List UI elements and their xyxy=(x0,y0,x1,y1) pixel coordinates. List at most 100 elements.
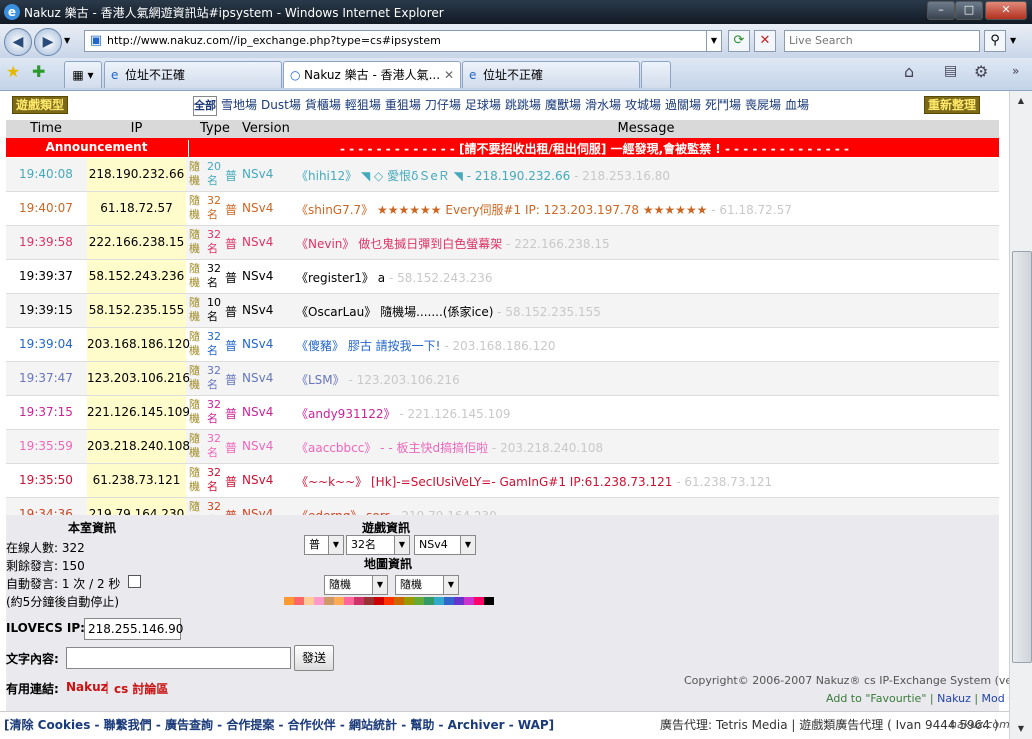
color-swatch[interactable] xyxy=(434,597,444,605)
tab-2-active[interactable]: ○ Nakuz 樂古 - 香港人氣... ✕ xyxy=(283,61,461,88)
room-link[interactable]: 重狙場 xyxy=(385,98,421,112)
row-ip[interactable]: 58.152.235.155 xyxy=(87,294,186,327)
cs-forum-link[interactable]: cs 討論區 xyxy=(114,680,168,697)
color-swatch[interactable] xyxy=(454,597,464,605)
search-box[interactable] xyxy=(784,30,980,52)
row-nick[interactable]: 《~~k~~》 xyxy=(296,475,367,489)
scroll-up-icon[interactable]: ▲ xyxy=(1012,93,1030,109)
row-ip[interactable]: 218.190.232.66 xyxy=(87,158,186,191)
mode-select[interactable]: 普 ▼ xyxy=(304,535,344,555)
add-favorites-icon[interactable]: ✚ xyxy=(32,62,45,81)
color-swatch[interactable] xyxy=(474,597,484,605)
room-link[interactable]: 足球場 xyxy=(465,98,501,112)
room-link[interactable]: 喪屍場 xyxy=(745,98,781,112)
room-link[interactable]: 滑水場 xyxy=(585,98,621,112)
more-icon[interactable]: » xyxy=(1012,64,1019,78)
close-tab-icon[interactable]: ✕ xyxy=(444,62,454,88)
new-tab-button[interactable] xyxy=(641,61,671,88)
color-swatch[interactable] xyxy=(484,597,494,605)
color-swatch[interactable] xyxy=(284,597,294,605)
color-swatch[interactable] xyxy=(364,597,374,605)
row-nick[interactable]: 《shinG7.7》 xyxy=(296,203,373,217)
room-link[interactable]: 跳跳場 xyxy=(505,98,541,112)
color-swatch[interactable] xyxy=(374,597,384,605)
room-link[interactable]: 血場 xyxy=(785,98,809,112)
add-favourite-link[interactable]: Add to "Favourtie" xyxy=(826,692,926,705)
maximize-button[interactable]: □ xyxy=(955,1,983,20)
nakuz-footer-link[interactable]: Nakuz xyxy=(937,692,971,705)
map-select-2[interactable]: 隨機 ▼ xyxy=(395,575,459,595)
color-swatch[interactable] xyxy=(414,597,424,605)
favorites-star-icon[interactable]: ★ xyxy=(6,62,20,81)
vertical-scrollbar[interactable]: ▲ ▼ xyxy=(1009,91,1032,739)
ilovecs-ip-field[interactable]: 218.255.146.90 xyxy=(84,618,183,640)
row-nick[interactable]: 《LSM》 xyxy=(296,373,345,387)
scroll-thumb[interactable] xyxy=(1012,251,1032,663)
row-ip[interactable]: 203.168.186.120 xyxy=(87,328,190,361)
room-link[interactable]: 雪地場 xyxy=(221,98,257,112)
color-swatch[interactable] xyxy=(424,597,434,605)
history-dropdown-icon[interactable]: ▼ xyxy=(64,36,70,45)
room-link[interactable]: 攻城場 xyxy=(625,98,661,112)
address-bar[interactable]: ▣ http://www.nakuz.com//ip_exchange.php?… xyxy=(84,30,722,52)
row-nick[interactable]: 《OscarLau》 xyxy=(296,305,376,319)
color-swatch[interactable] xyxy=(394,597,404,605)
nakuz-link[interactable]: Nakuz xyxy=(66,680,108,694)
stop-icon[interactable]: ✕ xyxy=(754,30,776,52)
search-input[interactable] xyxy=(785,31,973,49)
mod-cp-link[interactable]: Mod CP xyxy=(982,692,1009,705)
back-button[interactable]: ◀ xyxy=(4,28,32,56)
row-nick[interactable]: 《Nevin》 xyxy=(296,237,354,251)
color-swatch[interactable] xyxy=(304,597,314,605)
row-nick[interactable]: 《hihi12》 xyxy=(296,169,357,183)
row-ip[interactable]: 58.152.243.236 xyxy=(87,260,186,293)
footer-nav-links[interactable]: [清除 Cookies - 聯繫我們 - 廣告查詢 - 合作提案 - 合作伙伴 … xyxy=(4,716,554,733)
tab-3[interactable]: e 位址不正確 xyxy=(462,61,640,88)
color-swatch[interactable] xyxy=(404,597,414,605)
color-swatch[interactable] xyxy=(334,597,344,605)
close-window-button[interactable]: ✕ xyxy=(985,1,1027,20)
room-link[interactable]: 刀仔場 xyxy=(425,98,461,112)
row-nick[interactable]: 《andy931122》 xyxy=(296,407,396,421)
color-swatch[interactable] xyxy=(444,597,454,605)
home-icon[interactable]: ⌂ xyxy=(904,62,914,81)
address-url[interactable]: http://www.nakuz.com//ip_exchange.php?ty… xyxy=(107,34,441,47)
refresh-button[interactable]: 重新整理 xyxy=(924,96,981,114)
color-swatch[interactable] xyxy=(324,597,334,605)
message-input[interactable] xyxy=(66,647,291,669)
color-swatch[interactable] xyxy=(314,597,324,605)
forward-button[interactable]: ▶ xyxy=(34,28,62,56)
room-link[interactable]: 全部 xyxy=(193,96,217,116)
search-icon[interactable]: ⚲ xyxy=(984,30,1006,52)
row-ip[interactable]: 221.126.145.109 xyxy=(87,396,190,429)
row-nick[interactable]: 《傻豬》 xyxy=(296,339,344,353)
search-options-icon[interactable]: ▼ xyxy=(1010,36,1016,45)
color-swatch[interactable] xyxy=(294,597,304,605)
refresh-icon[interactable]: ⟳ xyxy=(728,30,750,52)
auto-send-checkbox[interactable] xyxy=(128,575,141,588)
row-nick[interactable]: 《aaccbbcc》 xyxy=(296,441,376,455)
address-dropdown-icon[interactable]: ▼ xyxy=(706,31,721,51)
color-swatch[interactable] xyxy=(344,597,354,605)
players-select[interactable]: 32名 ▼ xyxy=(346,535,410,555)
row-ip[interactable]: 123.203.106.216 xyxy=(87,362,190,395)
row-nick[interactable]: 《register1》 xyxy=(296,271,374,285)
map-select-1[interactable]: 隨機 ▼ xyxy=(324,575,388,595)
page-menu-icon[interactable]: ▤ xyxy=(944,63,957,79)
send-button[interactable]: 發送 xyxy=(294,645,334,671)
quick-tabs-button[interactable]: ▦ ▾ xyxy=(64,61,102,88)
scroll-down-icon[interactable]: ▼ xyxy=(1012,721,1030,737)
room-link[interactable]: 輕狙場 xyxy=(345,98,381,112)
color-swatch[interactable] xyxy=(384,597,394,605)
tools-gear-icon[interactable]: ⚙ xyxy=(974,62,988,81)
room-link[interactable]: 死鬥場 xyxy=(705,98,741,112)
minimize-button[interactable]: – xyxy=(927,1,955,20)
room-link[interactable]: 貨櫃場 xyxy=(305,98,341,112)
row-ip[interactable]: 61.18.72.57 xyxy=(87,192,186,225)
room-link[interactable]: 魔獸場 xyxy=(545,98,581,112)
row-ip[interactable]: 222.166.238.15 xyxy=(87,226,186,259)
tab-1[interactable]: e 位址不正確 xyxy=(104,61,282,88)
version-select[interactable]: NSv4 ▼ xyxy=(414,535,476,555)
room-link[interactable]: 過關場 xyxy=(665,98,701,112)
row-ip[interactable]: 203.218.240.108 xyxy=(87,430,190,463)
